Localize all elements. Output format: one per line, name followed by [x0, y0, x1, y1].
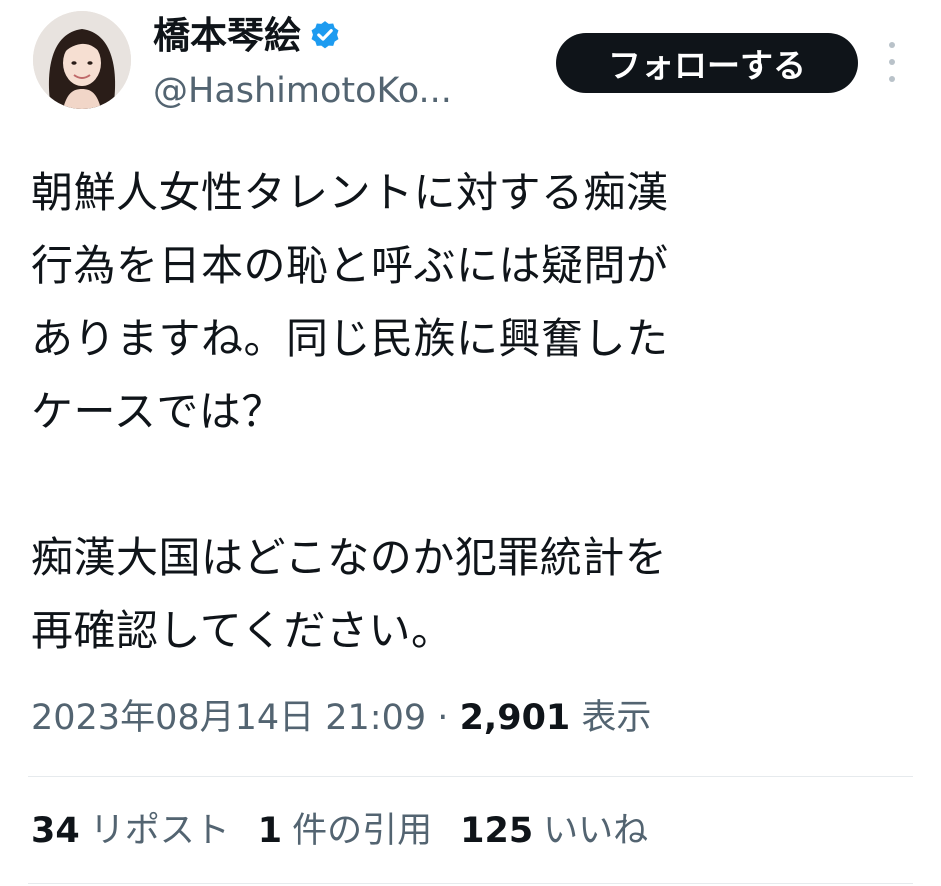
engagement-stats: 34 リポスト 1 件の引用 125 いいね	[31, 806, 676, 856]
display-name-text: 橋本琴絵	[153, 14, 301, 57]
views-count: 2,901	[459, 698, 571, 738]
more-vertical-icon[interactable]	[880, 42, 904, 82]
avatar-image	[33, 11, 131, 109]
tweet-line: 朝鮮人女性タレントに対する痴漢	[31, 168, 669, 217]
more-dot	[889, 42, 895, 48]
avatar[interactable]	[33, 11, 131, 109]
tweet-line: 再確認してください。	[31, 606, 454, 655]
author-handle[interactable]: @HashimotoKo...	[153, 70, 452, 112]
tweet-meta: 2023年08月14日 21:09 · 2,901 表示	[31, 693, 651, 743]
tweet-line: ありますね。同じ民族に興奮した	[31, 314, 669, 363]
views-label: 表示	[581, 698, 652, 738]
timestamp[interactable]: 2023年08月14日 21:09	[31, 698, 426, 738]
likes-count: 125	[460, 811, 534, 851]
author-display-name[interactable]: 橋本琴絵	[153, 14, 342, 58]
divider	[28, 883, 913, 884]
tweet-line: 行為を日本の恥と呼ぶには疑問が	[31, 241, 669, 290]
likes-stat[interactable]: 125 いいね	[460, 806, 648, 856]
quotes-stat[interactable]: 1 件の引用	[258, 806, 432, 856]
quotes-count: 1	[257, 811, 283, 851]
tweet-line: 痴漢大国はどこなのか犯罪統計を	[31, 533, 668, 582]
reposts-label: リポスト	[89, 811, 230, 851]
follow-button[interactable]: フォローする	[556, 33, 858, 93]
tweet-line: ケースでは？	[31, 387, 284, 436]
meta-separator: ·	[437, 698, 449, 738]
verified-badge-icon	[308, 19, 342, 53]
more-dot	[889, 59, 895, 65]
more-dot	[889, 76, 895, 82]
reposts-count: 34	[31, 811, 80, 851]
likes-label: いいね	[543, 811, 649, 851]
quotes-label: 件の引用	[292, 811, 433, 851]
reposts-stat[interactable]: 34 リポスト	[31, 806, 230, 856]
divider	[28, 776, 913, 777]
tweet-body: 朝鮮人女性タレントに対する痴漢 行為を日本の恥と呼ぶには疑問が ありますね。同じ…	[31, 156, 911, 667]
